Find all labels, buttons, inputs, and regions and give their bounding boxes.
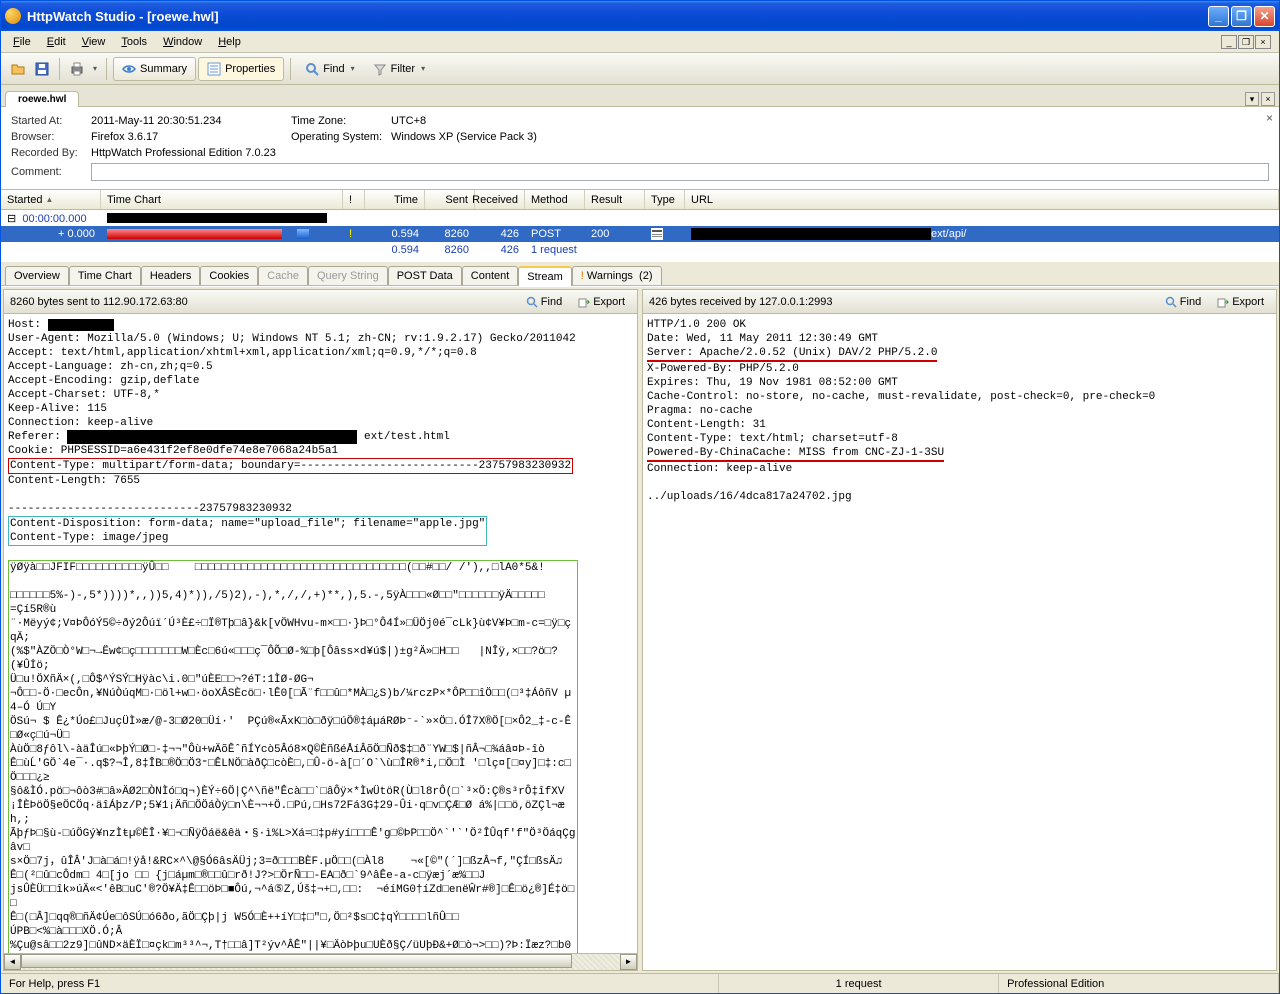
col-sent[interactable]: Sent: [425, 190, 475, 209]
summary-icon: [122, 62, 136, 76]
document-tabstrip: roewe.hwl ▾ ×: [1, 85, 1279, 107]
scroll-left-icon[interactable]: ◄: [4, 954, 21, 970]
tab-overview[interactable]: Overview: [5, 266, 69, 285]
value-recorded-by: HttpWatch Professional Edition 7.0.23: [91, 147, 276, 159]
request-table-header: Started ▲ Time Chart ! Time Sent Receive…: [1, 190, 1279, 210]
export-icon: [1217, 296, 1229, 308]
find-button[interactable]: Find: [297, 57, 362, 81]
doc-tab-close[interactable]: ×: [1261, 92, 1275, 106]
response-stream-text[interactable]: HTTP/1.0 200 OK Date: Wed, 11 May 2011 1…: [643, 314, 1276, 970]
col-time[interactable]: Time: [365, 190, 425, 209]
app-icon: [5, 8, 21, 24]
find-request-button[interactable]: Find: [520, 294, 568, 310]
label-comment: Comment:: [11, 166, 91, 178]
tab-stream[interactable]: Stream: [518, 266, 571, 286]
label-os: Operating System:: [291, 131, 391, 143]
find-label: Find: [323, 63, 344, 75]
filter-icon: [373, 62, 387, 76]
export-request-button[interactable]: Export: [572, 294, 631, 310]
scroll-right-icon[interactable]: ►: [620, 954, 637, 970]
col-method[interactable]: Method: [525, 190, 585, 209]
doc-tab-dropdown[interactable]: ▾: [1245, 92, 1259, 106]
tab-post-data[interactable]: POST Data: [388, 266, 462, 285]
properties-label: Properties: [225, 63, 275, 75]
table-row[interactable]: + 0.000 ! 0.594 8260 426 POST 200 ext/ap…: [1, 226, 1279, 242]
maximize-button[interactable]: ❐: [1231, 6, 1252, 27]
properties-icon: [207, 62, 221, 76]
value-os: Windows XP (Service Pack 3): [391, 131, 537, 143]
tab-headers[interactable]: Headers: [141, 266, 201, 285]
response-stream-pane: 426 bytes received by 127.0.0.1:2993 Fin…: [642, 289, 1277, 971]
export-icon: [578, 296, 590, 308]
mdi-close[interactable]: ×: [1255, 35, 1271, 49]
label-time-zone: Time Zone:: [291, 115, 391, 127]
menu-file[interactable]: File: [5, 34, 39, 50]
mdi-restore[interactable]: ❐: [1238, 35, 1254, 49]
menu-edit[interactable]: Edit: [39, 34, 74, 50]
label-recorded-by: Recorded By:: [11, 147, 91, 159]
session-info-panel: × Started At: 2011-May-11 20:30:51.234 T…: [1, 107, 1279, 190]
statusbar: For Help, press F1 1 request Professiona…: [1, 973, 1279, 993]
export-response-button[interactable]: Export: [1211, 294, 1270, 310]
detail-tabstrip: Overview Time Chart Headers Cookies Cach…: [1, 262, 1279, 286]
mdi-minimize[interactable]: _: [1221, 35, 1237, 49]
tab-content[interactable]: Content: [462, 266, 519, 285]
filter-button[interactable]: Filter: [365, 57, 433, 81]
menubar: File Edit View Tools Window Help _ ❐ ×: [1, 31, 1279, 53]
find-icon: [305, 62, 319, 76]
value-browser: Firefox 3.6.17: [91, 131, 291, 143]
tab-cookies[interactable]: Cookies: [200, 266, 258, 285]
filter-label: Filter: [391, 63, 415, 75]
minimize-button[interactable]: _: [1208, 6, 1229, 27]
value-started-at: 2011-May-11 20:30:51.234: [91, 115, 291, 127]
menu-view[interactable]: View: [74, 34, 114, 50]
label-browser: Browser:: [11, 131, 91, 143]
status-help: For Help, press F1: [1, 974, 719, 993]
document-tab[interactable]: roewe.hwl: [5, 91, 79, 107]
request-stream-pane: 8260 bytes sent to 112.90.172.63:80 Find…: [3, 289, 638, 971]
magnifier-icon: [1165, 296, 1177, 308]
close-button[interactable]: ✕: [1254, 6, 1275, 27]
find-response-button[interactable]: Find: [1159, 294, 1207, 310]
value-time-zone: UTC+8: [391, 115, 426, 127]
magnifier-icon: [526, 296, 538, 308]
stream-split-pane: 8260 bytes sent to 112.90.172.63:80 Find…: [1, 286, 1279, 973]
panel-close-icon[interactable]: ×: [1266, 111, 1273, 125]
summary-button[interactable]: Summary: [113, 57, 196, 81]
print-dropdown-icon[interactable]: ▾: [90, 58, 100, 80]
table-summary-row: 0.594 → 0.757 → 0.594 8260 426 1 request: [1, 242, 1279, 258]
col-warning[interactable]: !: [343, 190, 365, 209]
col-received[interactable]: Received: [475, 190, 525, 209]
request-stream-text[interactable]: Host: xxxxxxxxxx User-Agent: Mozilla/5.0…: [4, 314, 637, 953]
status-edition: Professional Edition: [999, 974, 1279, 993]
col-started[interactable]: Started ▲: [1, 190, 101, 209]
response-stream-title: 426 bytes received by 127.0.0.1:2993: [649, 296, 832, 308]
col-time-chart[interactable]: Time Chart: [101, 190, 343, 209]
menu-window[interactable]: Window: [155, 34, 210, 50]
summary-label: Summary: [140, 63, 187, 75]
request-stream-title: 8260 bytes sent to 112.90.172.63:80: [10, 296, 188, 308]
col-url[interactable]: URL: [685, 190, 1279, 209]
titlebar: HttpWatch Studio - [roewe.hwl] _ ❐ ✕: [1, 1, 1279, 31]
menu-tools[interactable]: Tools: [113, 34, 155, 50]
comment-input[interactable]: [91, 163, 1269, 181]
tab-query-string[interactable]: Query String: [308, 266, 388, 285]
tab-warnings[interactable]: ! Warnings (2): [572, 266, 662, 285]
save-icon[interactable]: [31, 58, 53, 80]
toolbar: ▾ Summary Properties Find Filter: [1, 53, 1279, 85]
col-type[interactable]: Type: [645, 190, 685, 209]
table-group-row[interactable]: ⊟ 00:00:00.000: [1, 210, 1279, 226]
open-icon[interactable]: [7, 58, 29, 80]
label-started-at: Started At:: [11, 115, 91, 127]
col-result[interactable]: Result: [585, 190, 645, 209]
menu-help[interactable]: Help: [210, 34, 249, 50]
tab-time-chart[interactable]: Time Chart: [69, 266, 141, 285]
properties-button[interactable]: Properties: [198, 57, 284, 81]
tab-cache[interactable]: Cache: [258, 266, 308, 285]
request-scrollbar[interactable]: ◄ ►: [4, 953, 637, 970]
print-icon[interactable]: [66, 58, 88, 80]
window-title: HttpWatch Studio - [roewe.hwl]: [27, 9, 1208, 24]
status-requests: 1 request: [719, 974, 999, 993]
request-table: ⊟ 00:00:00.000 + 0.000 ! 0.594 8260 426 …: [1, 210, 1279, 262]
